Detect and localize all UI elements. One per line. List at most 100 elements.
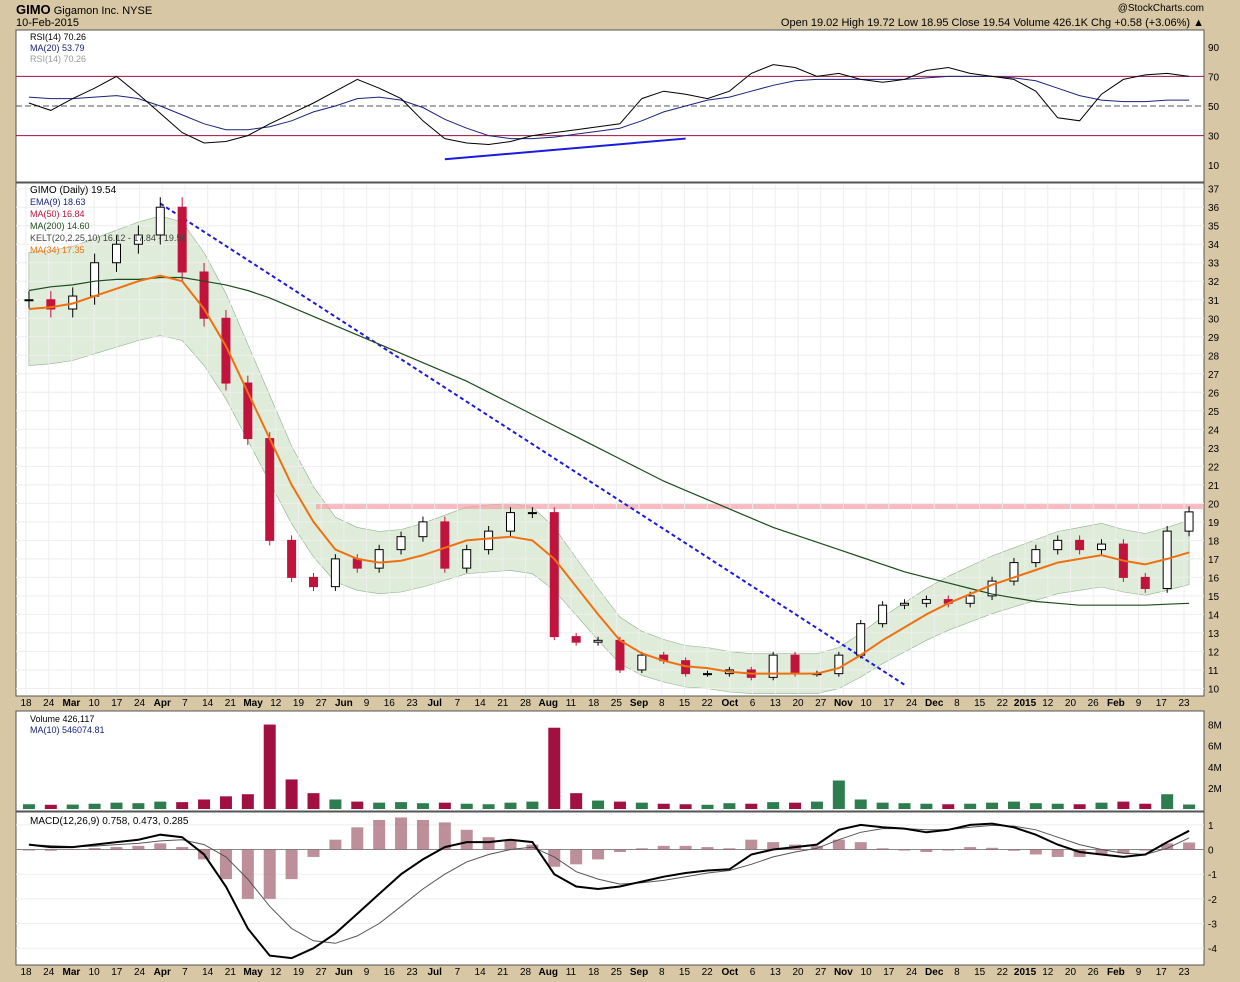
macd-tick-label: 1 xyxy=(1208,821,1214,832)
x-tick-label: 23 xyxy=(1178,698,1190,709)
x-tick-label: Apr xyxy=(154,698,171,709)
x-tick-label: 13 xyxy=(770,698,782,709)
volume-tick-label: 2M xyxy=(1208,784,1222,795)
x-tick-label: 27 xyxy=(815,698,827,709)
x-tick-label-bottom: 7 xyxy=(182,967,188,978)
volume-bar xyxy=(416,803,429,809)
candle-body xyxy=(615,639,625,671)
rsi-legend-item: RSI(14) 70.26 xyxy=(30,54,86,64)
volume-bar xyxy=(1095,802,1108,809)
price-tick-label: 16 xyxy=(1208,573,1220,584)
volume-bar xyxy=(307,793,320,809)
x-tick-label-bottom: May xyxy=(243,967,263,978)
volume-bar xyxy=(526,801,539,809)
x-tick-label: 2015 xyxy=(1014,698,1037,709)
volume-bar xyxy=(657,803,670,809)
macd-histogram-bar xyxy=(964,847,977,850)
price-tick-label: 25 xyxy=(1208,407,1220,418)
x-tick-label: Nov xyxy=(834,698,853,709)
candle-body xyxy=(374,549,384,569)
x-tick-label: 8 xyxy=(954,698,960,709)
x-tick-label: 15 xyxy=(974,698,986,709)
volume-bar xyxy=(285,779,298,809)
price-tick-label: 26 xyxy=(1208,388,1220,399)
x-tick-label: 12 xyxy=(270,698,282,709)
macd-histogram-bar xyxy=(307,849,320,857)
price-tick-label: 21 xyxy=(1208,481,1220,492)
candle-body xyxy=(265,438,275,541)
x-tick-label-bottom: 17 xyxy=(883,967,895,978)
x-tick-label-bottom: 14 xyxy=(202,967,214,978)
candle-body xyxy=(309,576,318,588)
macd-histogram-bar xyxy=(285,849,298,880)
x-tick-label-bottom: 27 xyxy=(815,967,827,978)
x-tick-label-bottom: 15 xyxy=(679,967,691,978)
volume-bar xyxy=(613,801,626,809)
volume-bar xyxy=(351,801,364,809)
candle-body xyxy=(900,602,909,606)
volume-bar xyxy=(1183,804,1196,809)
volume-bar xyxy=(1029,803,1042,809)
macd-histogram-bar xyxy=(854,842,867,850)
volume-tick-label: 4M xyxy=(1208,763,1222,774)
macd-histogram-bar xyxy=(745,839,758,850)
candle-body xyxy=(1075,539,1085,551)
x-tick-label: 14 xyxy=(202,698,214,709)
volume-bar xyxy=(745,803,758,809)
macd-histogram-bar xyxy=(460,829,473,850)
candle-body xyxy=(1053,539,1063,551)
candle-body xyxy=(593,639,603,643)
volume-bar xyxy=(219,796,232,809)
x-tick-label-bottom: 10 xyxy=(89,967,101,978)
x-tick-label-bottom: 12 xyxy=(1042,967,1054,978)
volume-bar xyxy=(88,803,101,809)
x-tick-label-bottom: 24 xyxy=(43,967,55,978)
price-tick-label: 37 xyxy=(1208,185,1220,196)
rsi-tick-label: 90 xyxy=(1208,43,1220,54)
stock-chart: 1030507090RSI(14) 70.26MA(20) 53.79RSI(1… xyxy=(15,29,1222,978)
macd-histogram-bar xyxy=(1007,849,1020,851)
macd-histogram-bar xyxy=(657,845,670,850)
price-tick-label: 13 xyxy=(1208,629,1220,640)
candle-body xyxy=(199,271,209,319)
macd-histogram-bar xyxy=(920,849,933,852)
x-tick-label-bottom: Oct xyxy=(722,967,739,978)
candle-body xyxy=(527,512,537,515)
x-tick-label: 22 xyxy=(997,698,1009,709)
x-tick-label: 22 xyxy=(702,698,714,709)
macd-histogram-bar xyxy=(701,847,714,850)
price-legend-item: MA(34) 17.35 xyxy=(30,245,85,255)
volume-bar xyxy=(679,804,692,809)
price-tick-label: 17 xyxy=(1208,555,1220,566)
x-tick-label: 10 xyxy=(89,698,101,709)
x-tick-label-bottom: Dec xyxy=(925,967,944,978)
x-tick-label: 18 xyxy=(588,698,600,709)
volume-bar xyxy=(920,803,933,809)
rsi-tick-label: 30 xyxy=(1208,132,1220,143)
candle-body xyxy=(418,521,428,538)
volume-bar xyxy=(723,803,736,809)
candle-body xyxy=(834,654,844,675)
candle-body xyxy=(90,262,100,297)
ticker-header: GIMO Gigamon Inc. NYSE xyxy=(16,2,152,17)
x-tick-label: 24 xyxy=(906,698,918,709)
volume-bar xyxy=(592,800,605,809)
x-tick-label: 20 xyxy=(1065,698,1077,709)
x-tick-label-bottom: 15 xyxy=(974,967,986,978)
x-tick-label: Jun xyxy=(335,698,353,709)
x-tick-label-bottom: Mar xyxy=(63,967,81,978)
price-tick-label: 27 xyxy=(1208,370,1220,381)
x-tick-label-bottom: 11 xyxy=(566,967,577,978)
macd-histogram-bar xyxy=(154,843,167,850)
x-tick-label-bottom: 18 xyxy=(588,967,600,978)
candle-body xyxy=(396,536,406,551)
x-tick-label-bottom: 23 xyxy=(406,967,418,978)
candle-body xyxy=(287,539,297,578)
chart-date: 10-Feb-2015 xyxy=(16,17,79,29)
macd-histogram-bar xyxy=(723,848,736,850)
price-tick-label: 11 xyxy=(1208,666,1219,677)
macd-tick-label: -1 xyxy=(1208,870,1217,881)
x-tick-label: 8 xyxy=(659,698,665,709)
x-tick-label: Feb xyxy=(1107,698,1125,709)
rsi-tick-label: 10 xyxy=(1208,161,1220,172)
